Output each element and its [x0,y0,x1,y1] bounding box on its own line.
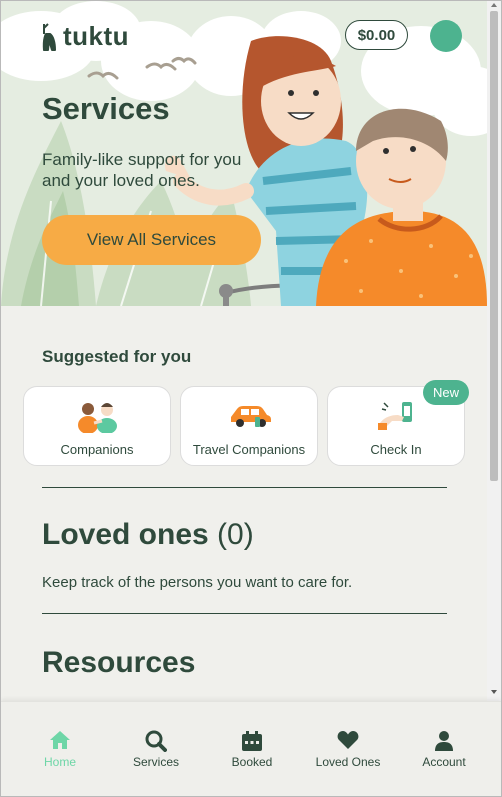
nav-booked[interactable]: Booked [204,702,300,796]
service-card-label: Check In [370,442,422,457]
page-title: Services [42,91,170,126]
calendar-icon [242,731,262,751]
person-icon [435,731,453,751]
loved-ones-description: Keep track of the persons you want to ca… [42,574,353,591]
nav-label: Loved Ones [315,755,381,769]
service-card-companions[interactable]: Companions [23,386,171,466]
service-card-check-in[interactable]: Check In New [327,380,469,466]
nav-loved-ones[interactable]: Loved Ones [300,702,396,796]
loved-ones-count: (0) [217,518,254,551]
nav-home[interactable]: Home [12,702,108,796]
suggested-heading: Suggested for you [42,347,192,366]
divider [42,487,447,488]
hero-subtitle: Family-like support for you and your lov… [42,150,242,190]
nav-label: Booked [231,755,273,769]
view-all-services-button[interactable]: View All Services [42,215,261,265]
hero-banner: tuktu $0.00 Services Family-like support… [1,1,487,306]
user-avatar[interactable] [430,20,462,52]
service-card-label: Travel Companions [192,442,306,457]
bottom-navigation: Home Services Booked Loved Ones Account [1,701,501,796]
brand-name: tuktu [63,21,130,51]
new-badge: New [422,380,469,405]
scroll-up-arrow[interactable] [491,3,497,7]
tuktu-logo-icon [42,22,56,51]
nav-label: Home [43,755,76,769]
wallet-balance-button[interactable]: $0.00 [345,20,408,50]
car-icon [231,406,271,427]
home-icon [50,731,70,749]
app-frame: tuktu $0.00 Services Family-like support… [0,0,502,797]
heart-icon [337,731,359,749]
scroll-down-arrow[interactable] [491,690,497,694]
nav-label: Account [422,755,466,769]
companions-icon [78,403,117,433]
nav-account[interactable]: Account [396,702,492,796]
service-card-travel-companions[interactable]: Travel Companions [180,386,318,466]
scrollbar-thumb[interactable] [490,11,498,481]
nav-label: Services [132,755,179,769]
brand-logo[interactable]: tuktu [41,21,129,52]
check-in-icon [378,402,412,430]
search-icon [145,730,167,752]
nav-services[interactable]: Services [108,702,204,796]
divider [42,613,447,614]
loved-ones-heading: Loved ones (0) [42,518,254,552]
service-card-label: Companions [60,442,134,457]
resources-heading: Resources [42,646,196,679]
loved-ones-title: Loved ones [42,518,209,551]
